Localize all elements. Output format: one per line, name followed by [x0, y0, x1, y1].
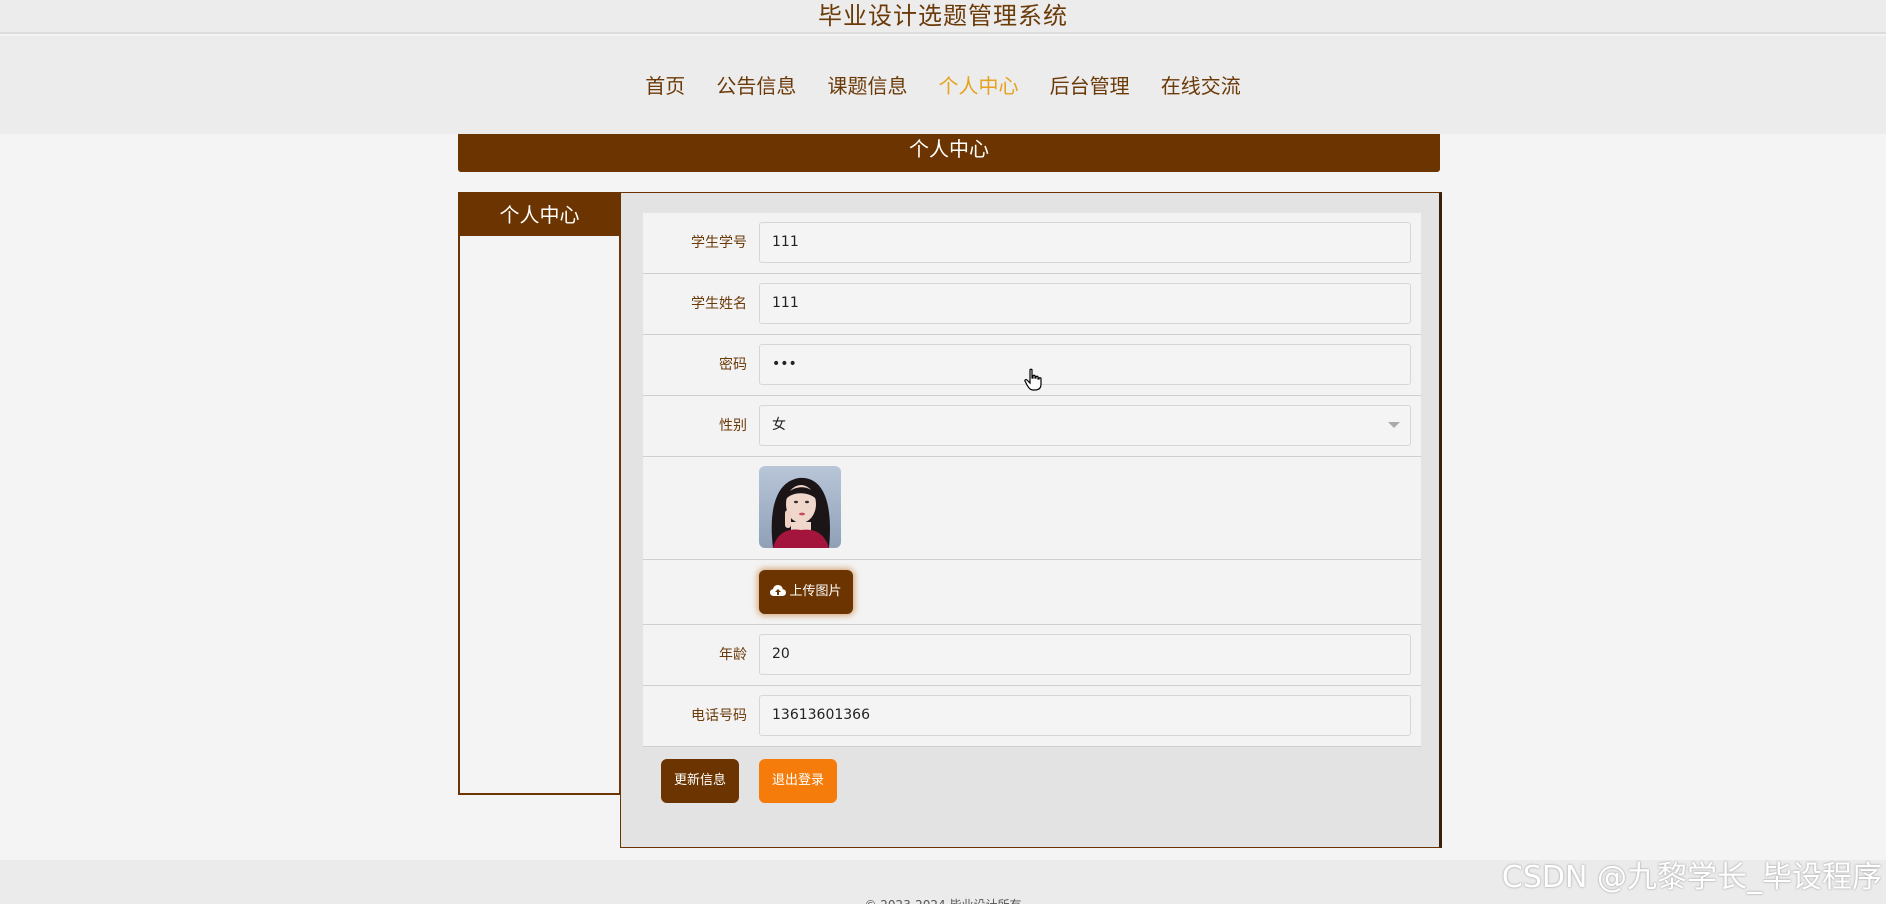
watermark: CSDN @九黎学长_毕设程序: [1501, 860, 1882, 895]
nav-item-announcements[interactable]: 公告信息: [716, 70, 796, 102]
form-row-student-id: 学生学号 111: [643, 213, 1421, 274]
sidebar-heading[interactable]: 个人中心: [460, 194, 619, 236]
nav-item-topics[interactable]: 课题信息: [827, 70, 907, 102]
nav-item-personal-center[interactable]: 个人中心: [939, 70, 1019, 102]
nav-item-admin[interactable]: 后台管理: [1050, 70, 1130, 102]
nav-item-home[interactable]: 首页: [645, 70, 685, 102]
profile-form: 学生学号 111 学生姓名 111 密码 ••• 性别 女 上传图片 年龄 20…: [643, 213, 1421, 747]
gender-label: 性别: [719, 418, 747, 434]
sidebar: 个人中心: [458, 192, 621, 795]
update-info-button[interactable]: 更新信息: [661, 759, 739, 803]
form-row-upload: 上传图片: [643, 560, 1421, 625]
password-label: 密码: [719, 357, 747, 373]
site-title: 毕业设计选题管理系统: [818, 2, 1068, 30]
form-row-phone: 电话号码 13613601366: [643, 686, 1421, 747]
upload-image-label: 上传图片: [789, 584, 842, 599]
copyright-text: © 2023-2024 毕业设计所有: [0, 896, 1886, 904]
age-input[interactable]: 20: [759, 634, 1411, 675]
cloud-upload-icon: [770, 585, 787, 596]
phone-label: 电话号码: [691, 708, 747, 724]
profile-panel: 学生学号 111 学生姓名 111 密码 ••• 性别 女 上传图片 年龄 20…: [620, 192, 1442, 848]
nav-item-chat[interactable]: 在线交流: [1161, 70, 1241, 102]
password-input[interactable]: •••: [759, 344, 1411, 385]
top-bar: 毕业设计选题管理系统: [0, 0, 1886, 34]
form-row-avatar: [643, 457, 1421, 560]
chevron-down-icon: [1388, 422, 1400, 428]
student-id-label: 学生学号: [691, 235, 747, 251]
student-id-input[interactable]: 111: [759, 222, 1411, 263]
hand-pointer-icon: [1024, 368, 1044, 396]
form-row-gender: 性别 女: [643, 396, 1421, 457]
main-nav: 首页 公告信息 课题信息 个人中心 后台管理 在线交流: [0, 36, 1886, 134]
phone-input[interactable]: 13613601366: [759, 695, 1411, 736]
gender-select[interactable]: 女: [759, 405, 1411, 446]
student-name-input[interactable]: 111: [759, 283, 1411, 324]
avatar-image: [759, 466, 841, 548]
page-banner: 个人中心: [458, 134, 1440, 172]
logout-button[interactable]: 退出登录: [759, 759, 837, 803]
upload-image-button[interactable]: 上传图片: [759, 570, 853, 614]
gender-selected-value: 女: [772, 417, 786, 433]
form-row-student-name: 学生姓名 111: [643, 274, 1421, 335]
age-label: 年龄: [719, 647, 747, 663]
student-name-label: 学生姓名: [691, 296, 747, 312]
form-row-age: 年龄 20: [643, 625, 1421, 686]
